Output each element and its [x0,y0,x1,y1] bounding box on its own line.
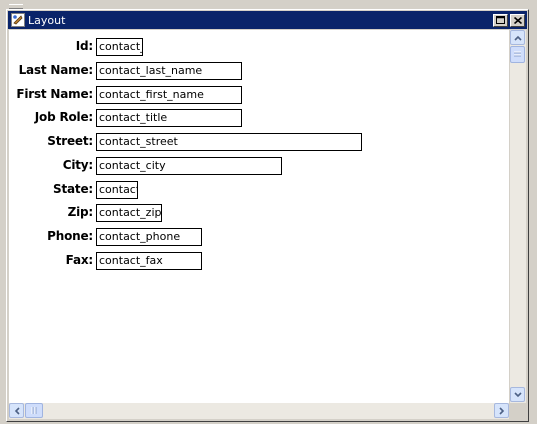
close-button[interactable] [510,13,525,27]
field-input-state[interactable]: contact_ [96,181,138,199]
field-input-phone[interactable]: contact_phone [96,228,202,246]
close-icon [513,16,522,24]
field-label: First Name: [16,87,93,101]
field-input-city[interactable]: contact_city [96,157,282,175]
scrollbar-corner [510,403,526,419]
vertical-scrollbar[interactable] [510,30,526,404]
parent-frame-strip [0,0,537,9]
field-input-fax[interactable]: contact_fax [96,252,202,270]
field-input-job-role[interactable]: contact_title [96,109,242,127]
scroll-right-button[interactable] [494,403,509,418]
layout-canvas[interactable]: Id: contact_i Last Name: contact_last_na… [9,30,509,404]
grip-icon [31,407,36,414]
grip-icon [514,51,521,57]
field-label: State: [53,182,93,196]
vertical-scroll-thumb[interactable] [510,46,525,63]
field-label: Job Role: [34,110,93,124]
field-label: City: [62,158,93,172]
chevron-up-icon [513,35,522,41]
window-title: Layout [28,13,66,27]
maximize-icon [496,16,505,24]
maximize-button[interactable] [493,13,508,27]
field-label: Id: [75,39,93,53]
layout-window: Layout Id: contact_i Last Name: contact_… [6,9,529,422]
title-bar[interactable]: Layout [8,11,527,29]
field-label: Last Name: [18,63,94,77]
field-input-zip[interactable]: contact_zip [96,204,162,222]
field-input-id[interactable]: contact_i [96,38,143,56]
field-label: Fax: [65,253,94,267]
scroll-up-button[interactable] [510,30,525,45]
field-input-last-name[interactable]: contact_last_name [96,62,242,80]
field-label: Street: [47,134,93,148]
chevron-left-icon [14,406,20,415]
field-label: Zip: [67,205,94,219]
chevron-down-icon [513,391,522,397]
field-label: Phone: [47,229,93,243]
scroll-down-button[interactable] [510,387,525,402]
layout-app-icon[interactable] [11,13,25,27]
horizontal-scroll-thumb[interactable] [25,403,43,418]
field-input-street[interactable]: contact_street [96,133,362,151]
scroll-left-button[interactable] [9,403,24,418]
horizontal-scrollbar[interactable] [9,403,509,419]
field-input-first-name[interactable]: contact_first_name [96,86,242,104]
chevron-right-icon [498,406,504,415]
